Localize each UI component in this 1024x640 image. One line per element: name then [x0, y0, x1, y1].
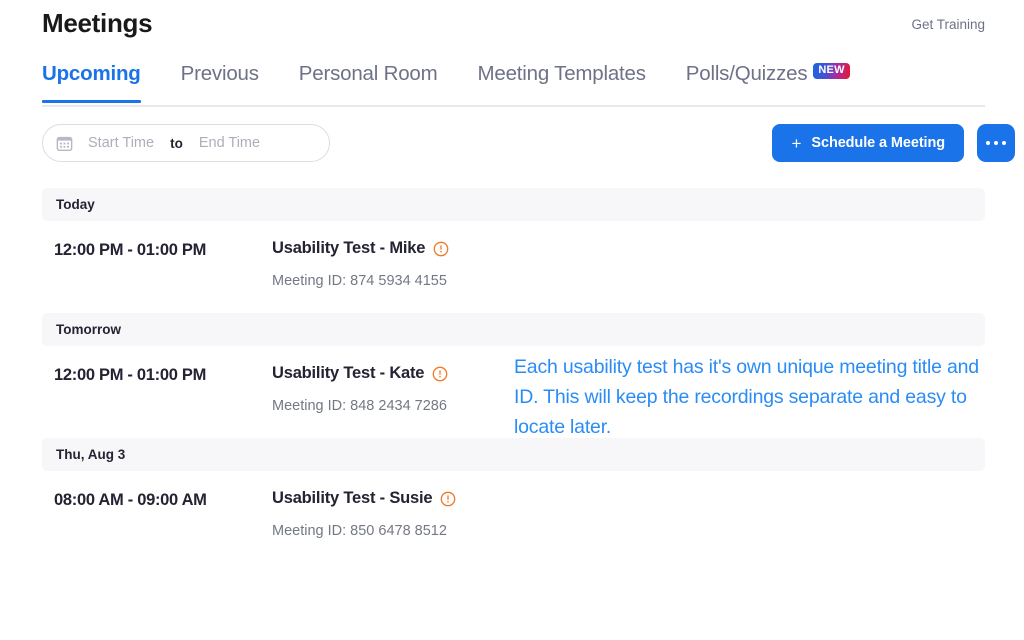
meeting-id: Meeting ID: 874 5934 4155	[272, 273, 447, 289]
tab-meeting-templates-label: Meeting Templates	[477, 62, 646, 85]
meeting-details: Usability Test - Kate Meeting ID: 848 24…	[272, 346, 448, 414]
tab-upcoming-label: Upcoming	[42, 62, 141, 85]
ellipsis-icon-dot	[994, 141, 998, 145]
meeting-id: Meeting ID: 850 6478 8512	[272, 523, 447, 539]
calendar-icon	[56, 136, 73, 151]
tab-polls-quizzes[interactable]: Polls/Quizzes NEW	[686, 62, 850, 103]
group-header-thu-aug-3: Thu, Aug 3	[42, 438, 985, 471]
meeting-time: 12:00 PM - 01:00 PM	[54, 241, 207, 259]
group-header-label: Thu, Aug 3	[56, 447, 126, 462]
group-header-today: Today	[42, 188, 985, 221]
more-options-button[interactable]	[977, 124, 1015, 162]
tab-meeting-templates[interactable]: Meeting Templates	[478, 62, 646, 103]
meeting-list: Today 12:00 PM - 01:00 PM Usability Test…	[0, 188, 1024, 563]
meeting-title[interactable]: Usability Test - Susie	[272, 489, 433, 508]
meetings-page: Meetings Get Training Upcoming Previous …	[0, 0, 1024, 640]
schedule-a-meeting-button[interactable]: + Schedule a Meeting	[772, 124, 964, 162]
tab-personal-room[interactable]: Personal Room	[299, 62, 438, 103]
toolbar: Start Time to End Time + Schedule a Meet…	[0, 124, 1024, 164]
tab-personal-room-label: Personal Room	[298, 62, 438, 85]
warning-circle-icon[interactable]	[432, 366, 448, 382]
get-training-link[interactable]: Get Training	[911, 17, 985, 32]
tab-bar-divider	[42, 105, 985, 107]
plus-icon: +	[791, 133, 802, 153]
meeting-title[interactable]: Usability Test - Mike	[272, 239, 425, 258]
meeting-details: Usability Test - Susie Meeting ID: 850 6…	[272, 471, 456, 539]
date-range-picker[interactable]: Start Time to End Time	[42, 124, 330, 162]
ellipsis-icon-dot	[986, 141, 990, 145]
ellipsis-icon-dot	[1002, 141, 1006, 145]
meeting-title[interactable]: Usability Test - Kate	[272, 364, 424, 383]
date-range-separator: to	[170, 135, 183, 151]
start-time-input[interactable]: Start Time	[88, 135, 154, 151]
page-header: Meetings Get Training	[0, 0, 1024, 56]
tab-upcoming[interactable]: Upcoming	[42, 62, 141, 103]
tab-bar: Upcoming Previous Personal Room Meeting …	[0, 62, 1024, 108]
page-title: Meetings	[42, 8, 153, 38]
new-badge: NEW	[813, 63, 850, 79]
tab-polls-quizzes-label: Polls/Quizzes	[685, 62, 808, 85]
warning-circle-icon[interactable]	[440, 491, 456, 507]
meeting-details: Usability Test - Mike Meeting ID: 874 59…	[272, 221, 449, 289]
end-time-input[interactable]: End Time	[199, 135, 260, 151]
meeting-id: Meeting ID: 848 2434 7286	[272, 398, 447, 414]
meeting-time: 12:00 PM - 01:00 PM	[54, 366, 207, 384]
tab-previous-label: Previous	[180, 62, 259, 85]
group-header-label: Today	[56, 197, 95, 212]
tab-previous[interactable]: Previous	[181, 62, 259, 103]
tab-list: Upcoming Previous Personal Room Meeting …	[42, 62, 890, 103]
group-header-tomorrow: Tomorrow	[42, 313, 985, 346]
group-header-label: Tomorrow	[56, 322, 121, 337]
meeting-row[interactable]: 12:00 PM - 01:00 PM Usability Test - Mik…	[42, 221, 985, 313]
meeting-time: 08:00 AM - 09:00 AM	[54, 491, 207, 509]
schedule-a-meeting-label: Schedule a Meeting	[811, 135, 945, 151]
meeting-row[interactable]: 08:00 AM - 09:00 AM Usability Test - Sus…	[42, 471, 985, 563]
meeting-row[interactable]: 12:00 PM - 01:00 PM Usability Test - Kat…	[42, 346, 985, 438]
warning-circle-icon[interactable]	[433, 241, 449, 257]
